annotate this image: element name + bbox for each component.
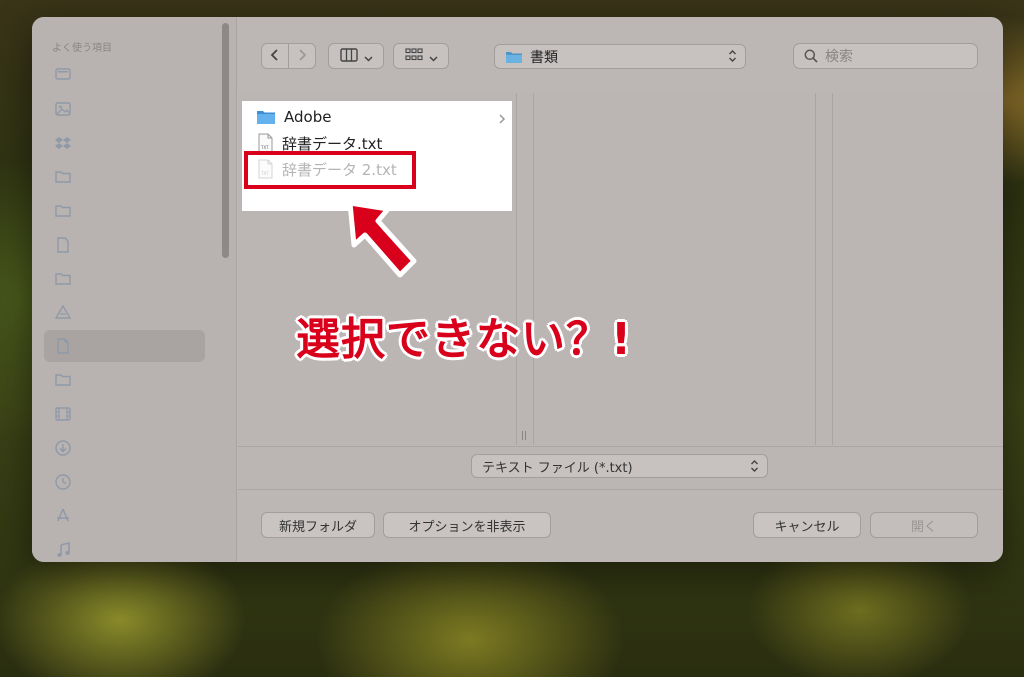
sidebar-item-applications[interactable] xyxy=(44,500,205,532)
grid-icon xyxy=(404,47,423,66)
music-icon xyxy=(54,541,72,559)
hide-options-button[interactable]: オプションを非表示 xyxy=(383,512,551,538)
drive-icon xyxy=(54,304,72,322)
open-file-dialog: よく使う項目 書類 検索 || Adobe TXT 辞書データ.txt TXT … xyxy=(32,17,1003,562)
up-down-chevron-icon xyxy=(728,48,737,65)
sidebar-item-movies[interactable] xyxy=(44,398,205,430)
annotation-text: 選択できない？! xyxy=(296,314,633,365)
sidebar-item-recents[interactable] xyxy=(44,466,205,498)
column-divider[interactable] xyxy=(816,93,833,445)
sidebar-item-folder-4[interactable] xyxy=(44,364,205,396)
folder-icon xyxy=(256,109,276,125)
sidebar-item-folder-2[interactable] xyxy=(44,195,205,227)
file-type-bar: テキスト ファイル (*.txt) xyxy=(238,446,1003,490)
sidebar-item-downloads[interactable] xyxy=(44,432,205,464)
chevron-left-icon xyxy=(270,47,280,66)
sidebar: よく使う項目 xyxy=(32,17,237,562)
download-icon xyxy=(54,439,72,457)
dropbox-icon xyxy=(54,134,72,152)
back-button[interactable] xyxy=(261,43,289,69)
location-popup[interactable]: 書類 xyxy=(494,44,746,69)
folder-icon xyxy=(54,202,72,220)
cancel-button[interactable]: キャンセル xyxy=(753,512,861,538)
search-field[interactable]: 検索 xyxy=(793,43,978,69)
view-mode-button[interactable] xyxy=(328,43,384,69)
folder-icon xyxy=(54,270,72,288)
photo-icon xyxy=(54,100,72,118)
chevron-down-icon xyxy=(363,47,373,66)
sidebar-item-dropbox[interactable] xyxy=(44,127,205,159)
sidebar-item-folder-1[interactable] xyxy=(44,161,205,193)
apps-icon xyxy=(54,507,72,525)
group-button[interactable] xyxy=(393,43,449,69)
svg-text:TXT: TXT xyxy=(260,145,269,150)
sidebar-item-drive[interactable] xyxy=(44,297,205,329)
file-type-label: テキスト ファイル (*.txt) xyxy=(482,460,633,476)
highlight-box xyxy=(244,151,416,189)
sidebar-item-photos[interactable] xyxy=(44,93,205,125)
columns-icon xyxy=(339,47,358,66)
sidebar-item-folder-3[interactable] xyxy=(44,263,205,295)
document-icon xyxy=(54,337,72,355)
document-icon xyxy=(54,236,72,254)
folder-icon xyxy=(54,168,72,186)
text-file-icon: TXT xyxy=(256,133,274,153)
up-down-chevron-icon xyxy=(750,458,759,475)
sidebar-scrollbar[interactable] xyxy=(222,23,229,258)
clock-icon xyxy=(54,473,72,491)
file-type-popup[interactable]: テキスト ファイル (*.txt) xyxy=(471,454,768,478)
forward-button[interactable] xyxy=(288,43,316,69)
monitor-icon xyxy=(54,66,72,84)
column-divider[interactable]: || xyxy=(517,93,534,445)
search-icon xyxy=(804,49,818,63)
sidebar-section-favorites: よく使う項目 xyxy=(52,43,112,54)
chevron-down-icon xyxy=(428,47,438,66)
column-2 xyxy=(534,93,816,445)
folder-icon xyxy=(54,371,72,389)
sidebar-item-desktop[interactable] xyxy=(44,59,205,91)
sidebar-item-documents[interactable] xyxy=(44,330,205,362)
sidebar-item-music[interactable] xyxy=(44,534,205,562)
film-icon xyxy=(54,405,72,423)
sidebar-item-document-1[interactable] xyxy=(44,229,205,261)
location-label: 書類 xyxy=(530,49,558,66)
column-3 xyxy=(833,93,1003,445)
chevron-right-icon xyxy=(297,47,307,66)
arrow-up-left-icon xyxy=(347,200,417,278)
open-button[interactable]: 開く xyxy=(870,512,978,538)
file-row-adobe[interactable]: Adobe xyxy=(256,105,506,129)
new-folder-button[interactable]: 新規フォルダ xyxy=(261,512,375,538)
search-placeholder: 検索 xyxy=(825,49,853,65)
folder-icon xyxy=(505,50,523,64)
chevron-right-icon xyxy=(498,110,506,129)
